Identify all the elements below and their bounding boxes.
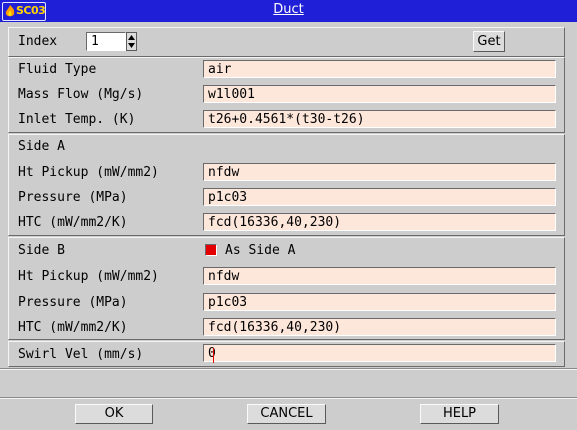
- as-side-a-label: As Side A: [225, 243, 296, 258]
- side-a-heading: Side A: [18, 139, 65, 154]
- side-a-htc-field[interactable]: fcd(16336,40,230): [203, 213, 556, 231]
- get-button[interactable]: Get: [473, 31, 505, 52]
- as-side-a-checkbox[interactable]: [205, 244, 217, 256]
- swirl-vel-label: Swirl Vel (mm/s): [18, 347, 144, 362]
- mass-flow-field[interactable]: w1l001: [203, 85, 556, 103]
- index-label: Index: [18, 34, 58, 49]
- button-bar-separator: [0, 397, 577, 399]
- window-title: Duct: [273, 2, 304, 17]
- status-separator: [0, 368, 577, 370]
- swirl-vel-field[interactable]: 0: [203, 344, 556, 362]
- cancel-button[interactable]: CANCEL: [247, 404, 326, 424]
- side-a-htc-label: HTC (mW/mm2/K): [18, 215, 128, 230]
- side-a-pressure-field[interactable]: p1c03: [203, 188, 556, 206]
- side-b-htc-label: HTC (mW/mm2/K): [18, 320, 128, 335]
- title-bar: SC03 Duct: [0, 0, 577, 22]
- side-a-ht-pickup-label: Ht Pickup (mW/mm2): [18, 165, 159, 180]
- side-b-ht-pickup-field[interactable]: nfdw: [203, 267, 556, 285]
- fluid-type-field[interactable]: air: [203, 60, 556, 78]
- side-a-ht-pickup-field[interactable]: nfdw: [203, 163, 556, 181]
- inlet-temp-label: Inlet Temp. (K): [18, 112, 136, 127]
- side-a-pressure-label: Pressure (MPa): [18, 190, 128, 205]
- mass-flow-label: Mass Flow (Mg/s): [18, 87, 144, 102]
- side-b-pressure-field[interactable]: p1c03: [203, 293, 556, 311]
- side-b-htc-field[interactable]: fcd(16336,40,230): [203, 318, 556, 336]
- ok-button[interactable]: OK: [75, 404, 153, 424]
- help-button[interactable]: HELP: [420, 404, 499, 424]
- spin-arrows-icon: [128, 35, 135, 48]
- fluid-type-label: Fluid Type: [18, 62, 97, 77]
- side-b-heading: Side B: [18, 243, 65, 258]
- inlet-temp-field[interactable]: t26+0.4561*(t30-t26): [203, 110, 556, 128]
- index-input[interactable]: 1: [86, 32, 126, 51]
- side-b-ht-pickup-label: Ht Pickup (mW/mm2): [18, 269, 159, 284]
- side-b-pressure-label: Pressure (MPa): [18, 295, 128, 310]
- index-spinner[interactable]: [126, 32, 137, 51]
- text-cursor: [213, 348, 214, 363]
